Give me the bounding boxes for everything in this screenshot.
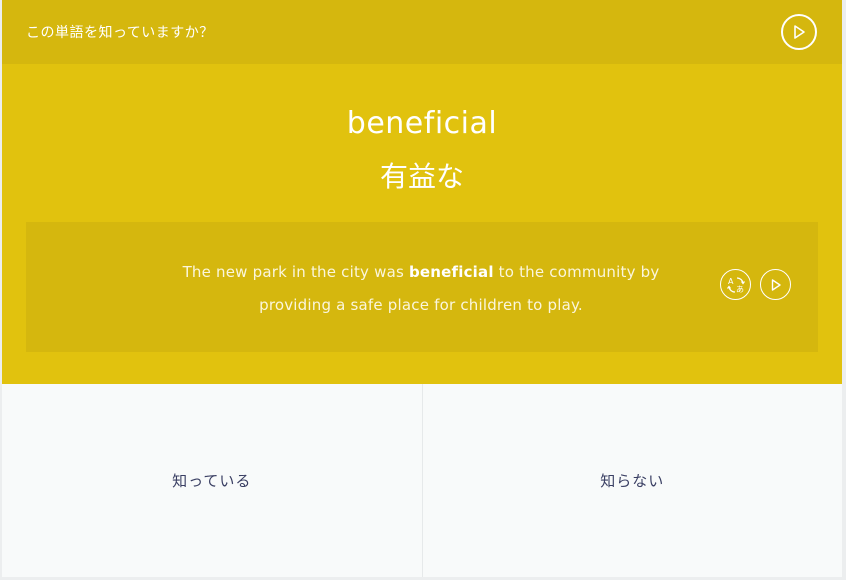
play-icon — [771, 278, 781, 291]
question-prompt: この単語を知っていますか？ — [26, 25, 214, 41]
word-english: beneficial — [346, 106, 498, 141]
example-highlight-word: beneficial — [408, 263, 494, 281]
answer-buttons: 知っている 知らない — [2, 384, 842, 577]
translate-icon: A あ — [726, 277, 745, 294]
example-sentence: The new park in the city was beneficial … — [176, 256, 666, 322]
example-text-before: The new park in the city was — [182, 263, 409, 281]
example-sentence-box: The new park in the city was beneficial … — [26, 222, 818, 352]
word-audio-button[interactable] — [781, 14, 817, 50]
translate-icon-latin: A — [728, 277, 734, 286]
unknown-label: 知らない — [600, 472, 665, 490]
unknown-button[interactable]: 知らない — [422, 384, 842, 577]
play-icon — [794, 25, 805, 39]
card-header: この単語を知っていますか？ — [2, 0, 842, 64]
known-button[interactable]: 知っている — [2, 384, 423, 577]
example-audio-button[interactable] — [760, 269, 791, 300]
translate-icon-kana: あ — [736, 285, 744, 294]
known-label: 知っている — [172, 472, 252, 490]
word-japanese: 有益な — [379, 160, 464, 193]
flashcard: この単語を知っていますか？ beneficial 有益な The new par… — [2, 0, 842, 577]
translate-button[interactable]: A あ — [720, 269, 751, 300]
